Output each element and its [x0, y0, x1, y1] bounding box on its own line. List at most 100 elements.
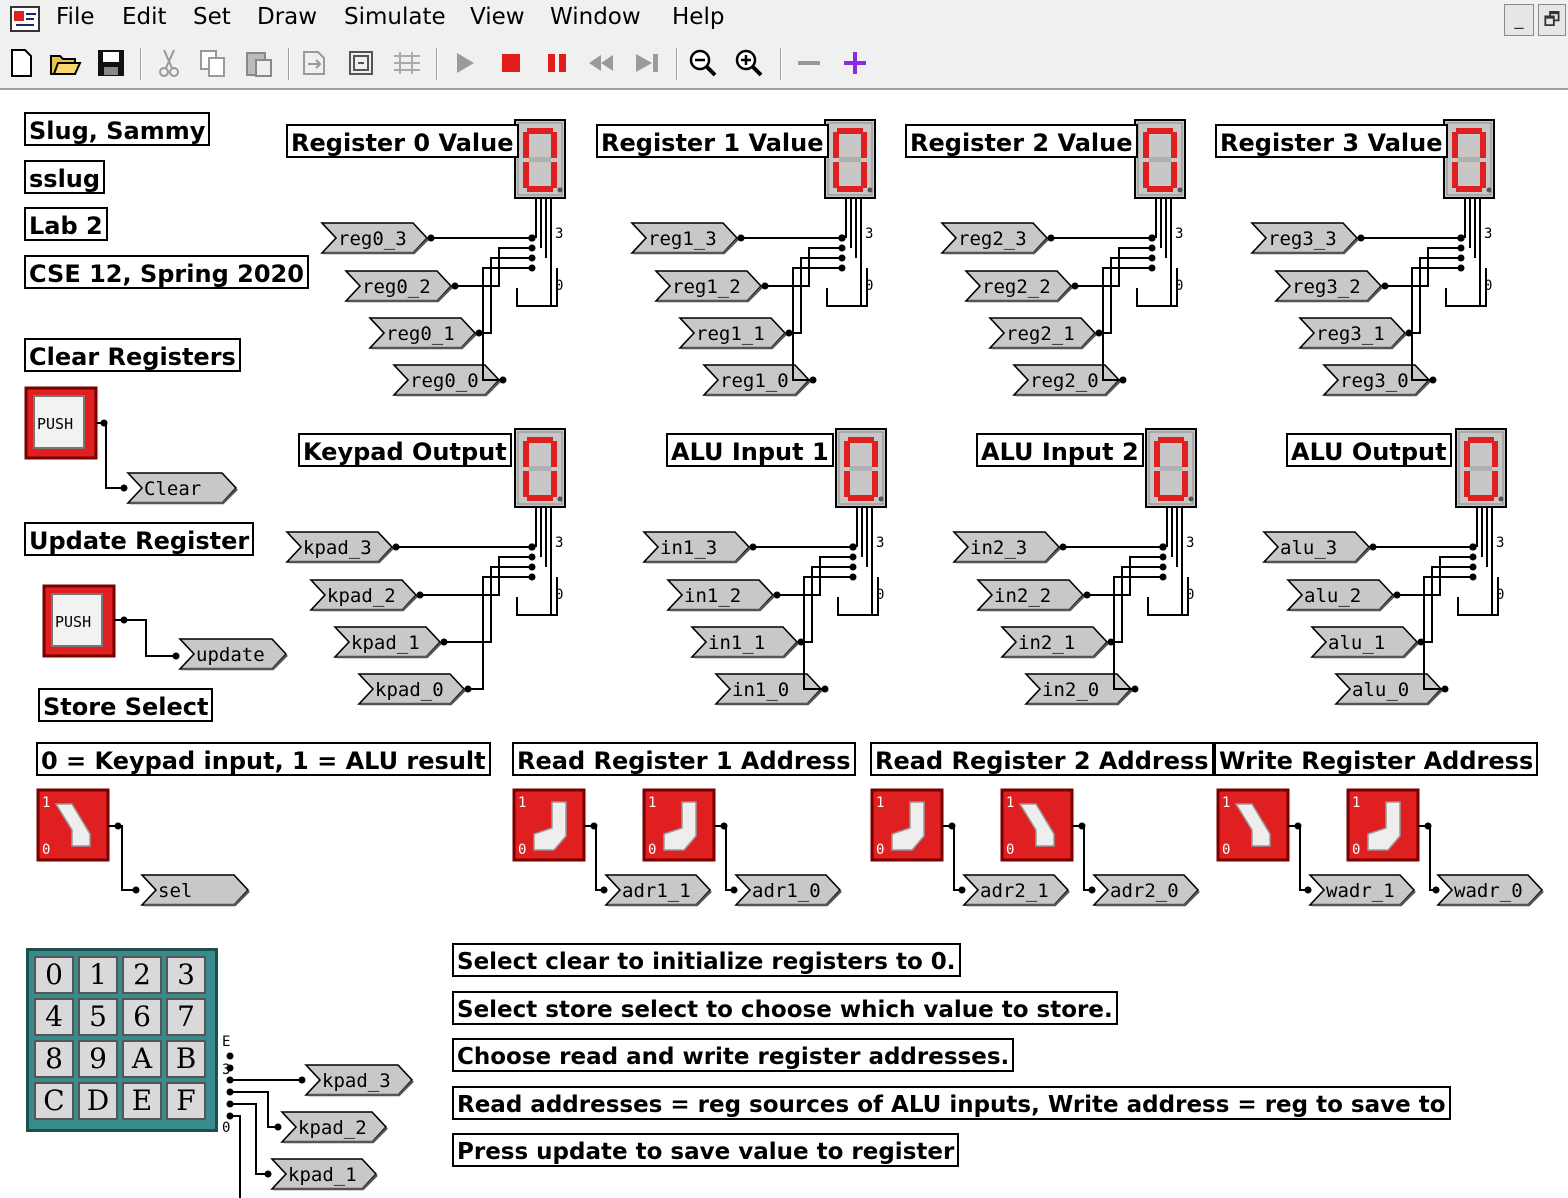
- keypad-key-4[interactable]: 4: [34, 998, 74, 1036]
- display-decimal-point: [557, 187, 563, 193]
- seven-segment-display-2: [824, 119, 876, 199]
- connector-reg0-3[interactable]: reg0_3: [320, 222, 429, 255]
- save-icon[interactable]: [94, 46, 128, 80]
- connector-alu-3[interactable]: alu_3: [1262, 531, 1371, 564]
- connector-in1-3[interactable]: in1_3: [642, 531, 751, 564]
- keypad-key-2[interactable]: 2: [122, 956, 162, 994]
- connector-update[interactable]: update: [178, 638, 288, 671]
- pattern-icon[interactable]: [390, 46, 424, 80]
- write-reg-bit1-switch[interactable]: 10: [1216, 788, 1290, 862]
- menu-file[interactable]: File: [56, 4, 95, 30]
- paste-icon[interactable]: [242, 46, 276, 80]
- write-reg-bit0-switch[interactable]: 10: [1346, 788, 1420, 862]
- connector-label: kpad_1: [351, 632, 420, 654]
- connector-in2-3[interactable]: in2_3: [952, 531, 1061, 564]
- connector-reg1-1[interactable]: reg1_1: [678, 317, 787, 350]
- menu-simulate[interactable]: Simulate: [344, 4, 446, 30]
- keypad-key-c[interactable]: C: [34, 1082, 74, 1120]
- store-select-switch[interactable]: 10: [36, 788, 110, 862]
- pause-icon[interactable]: [540, 46, 574, 80]
- keypad-key-6[interactable]: 6: [122, 998, 162, 1036]
- connector-reg0-1[interactable]: reg0_1: [368, 317, 477, 350]
- copy-icon[interactable]: [196, 46, 230, 80]
- register-1-value-label: Register 1 Value: [596, 124, 829, 158]
- connector-reg1-2[interactable]: reg1_2: [654, 270, 763, 303]
- minus-icon[interactable]: [792, 46, 826, 80]
- keypad-key-1[interactable]: 1: [78, 956, 118, 994]
- connector-kpad-1[interactable]: kpad_1: [333, 626, 442, 659]
- connector-reg2-3[interactable]: reg2_3: [940, 222, 1049, 255]
- update-push-button[interactable]: PUSH: [42, 584, 116, 658]
- import-icon[interactable]: [298, 46, 332, 80]
- menu-set[interactable]: Set: [193, 4, 231, 30]
- zoom-out-icon[interactable]: [686, 46, 720, 80]
- connector-in1-2[interactable]: in1_2: [666, 579, 775, 612]
- connector-in1-1[interactable]: in1_1: [690, 626, 799, 659]
- connector-sel[interactable]: sel: [140, 874, 250, 907]
- new-file-icon[interactable]: [4, 46, 38, 80]
- connector-kpad-3[interactable]: kpad_3: [304, 1064, 414, 1097]
- read-reg1-bit0-switch[interactable]: 10: [642, 788, 716, 862]
- bus-junction: [838, 254, 846, 262]
- connector-reg1-3[interactable]: reg1_3: [630, 222, 739, 255]
- read-reg2-bit1-switch[interactable]: 10: [870, 788, 944, 862]
- connector-wadr-1[interactable]: wadr_1: [1308, 874, 1416, 907]
- connector-kpad-2[interactable]: kpad_2: [309, 579, 418, 612]
- zoom-in-icon[interactable]: [732, 46, 766, 80]
- step-back-icon[interactable]: [584, 46, 618, 80]
- connector-adr1-0[interactable]: adr1_0: [734, 874, 842, 907]
- menu-help[interactable]: Help: [672, 4, 724, 30]
- bit-0-label: 0: [1496, 587, 1504, 603]
- read-reg1-bit1-switch[interactable]: 10: [512, 788, 586, 862]
- connector-kpad-2[interactable]: kpad_2: [280, 1111, 388, 1144]
- connector-reg3-1[interactable]: reg3_1: [1298, 317, 1407, 350]
- connector-Clear[interactable]: Clear: [126, 472, 238, 505]
- keypad-key-e[interactable]: E: [122, 1082, 162, 1120]
- step-forward-icon[interactable]: [630, 46, 664, 80]
- connector-adr2-1[interactable]: adr2_1: [962, 874, 1070, 907]
- menu-window[interactable]: Window: [550, 4, 641, 30]
- keypad-key-8[interactable]: 8: [34, 1040, 74, 1078]
- connector-wadr-0[interactable]: wadr_0: [1436, 874, 1544, 907]
- connector-kpad-1[interactable]: kpad_1: [270, 1158, 378, 1191]
- connector-alu-1[interactable]: alu_1: [1310, 626, 1419, 659]
- read-reg2-bit0-switch[interactable]: 10: [1000, 788, 1074, 862]
- connector-in2-1[interactable]: in2_1: [1000, 626, 1109, 659]
- cut-icon[interactable]: [152, 46, 186, 80]
- menu-draw[interactable]: Draw: [257, 4, 317, 30]
- connector-reg3-3[interactable]: reg3_3: [1250, 222, 1359, 255]
- keypad-key-3[interactable]: 3: [166, 956, 206, 994]
- menu-view[interactable]: View: [470, 4, 525, 30]
- keypad-key-a[interactable]: A: [122, 1040, 162, 1078]
- keypad-key-9[interactable]: 9: [78, 1040, 118, 1078]
- plus-icon[interactable]: [838, 46, 872, 80]
- connector-reg2-1[interactable]: reg2_1: [988, 317, 1097, 350]
- connector-reg2-2[interactable]: reg2_2: [964, 270, 1073, 303]
- connector-adr1-1[interactable]: adr1_1: [604, 874, 712, 907]
- stop-icon[interactable]: [494, 46, 528, 80]
- connector-kpad-0[interactable]: kpad_0: [357, 673, 466, 706]
- connector-kpad-3[interactable]: kpad_3: [285, 531, 394, 564]
- restore-button[interactable]: 🗗: [1538, 4, 1566, 36]
- minimize-button[interactable]: _: [1504, 4, 1534, 36]
- keypad-key-5[interactable]: 5: [78, 998, 118, 1036]
- display-segment-e: [523, 162, 529, 188]
- export-icon[interactable]: [344, 46, 378, 80]
- connector-adr2-0[interactable]: adr2_0: [1092, 874, 1200, 907]
- menu-edit[interactable]: Edit: [122, 4, 167, 30]
- clear-push-button[interactable]: PUSH: [24, 386, 98, 460]
- connector-alu-2[interactable]: alu_2: [1286, 579, 1395, 612]
- hex-keypad[interactable]: 0123 4567 89AB CDEF: [26, 948, 218, 1132]
- keypad-key-d[interactable]: D: [78, 1082, 118, 1120]
- keypad-key-0[interactable]: 0: [34, 956, 74, 994]
- bus-junction: [849, 563, 857, 571]
- open-folder-icon[interactable]: [48, 46, 82, 80]
- keypad-key-7[interactable]: 7: [166, 998, 206, 1036]
- connector-reg3-2[interactable]: reg3_2: [1274, 270, 1383, 303]
- connector-in2-2[interactable]: in2_2: [976, 579, 1085, 612]
- keypad-key-b[interactable]: B: [166, 1040, 206, 1078]
- schematic-canvas[interactable]: 3 0 reg0_3 reg0_2 reg0_1 reg0_0 3 0 reg1_3 reg1_2…: [0, 90, 1568, 1198]
- run-icon[interactable]: [448, 46, 482, 80]
- keypad-key-f[interactable]: F: [166, 1082, 206, 1120]
- connector-reg0-2[interactable]: reg0_2: [344, 270, 453, 303]
